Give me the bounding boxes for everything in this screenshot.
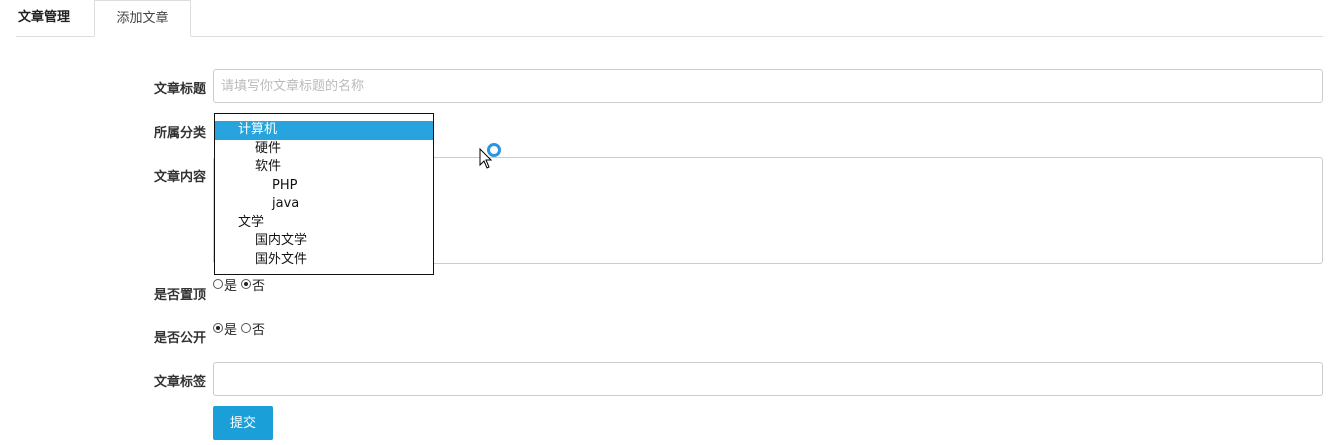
public-radio-group: 是 否 [213,320,269,338]
title-input[interactable] [213,69,1323,103]
add-article-page: 文章管理 添加文章 文章标题 所属分类 文章内容 计算机硬件软件PHPjava文… [0,0,1339,445]
content-label: 文章内容 [153,170,206,185]
submit-button[interactable]: 提交 [213,406,273,440]
category-option[interactable]: 硬件 [215,140,433,159]
sticky-yes-label: 是 [224,278,238,294]
category-dropdown-list[interactable]: 计算机 硬件 软件 PHP java 文学 国内文学 国外文件 [214,113,434,275]
sticky-yes-radio[interactable] [213,279,223,289]
public-yes-label: 是 [224,322,238,338]
category-option[interactable]: 国外文件 [215,251,433,270]
tags-input[interactable] [213,362,1323,396]
title-label: 文章标题 [153,82,206,97]
category-option[interactable]: 计算机 [215,121,433,140]
category-option[interactable]: java [215,195,433,214]
category-option[interactable]: 文学 [215,214,433,233]
public-no-radio[interactable] [241,323,252,333]
sticky-radio-group: 是 否 [213,276,269,294]
category-option[interactable]: 软件 [215,158,433,177]
sticky-no-radio[interactable] [241,279,252,289]
public-label: 是否公开 [153,331,206,346]
loading-ring-icon [487,143,501,157]
category-option[interactable]: 国内文学 [215,232,433,251]
tab-add-article[interactable]: 添加文章 [94,0,191,37]
tab-article-manage[interactable]: 文章管理 [16,0,94,36]
category-label: 所属分类 [153,126,206,141]
public-yes-radio[interactable] [213,323,223,333]
tab-bar: 文章管理 添加文章 [16,0,1323,37]
category-option[interactable]: PHP [215,177,433,196]
public-no-label: 否 [252,322,266,338]
tags-label: 文章标签 [153,375,206,390]
sticky-label: 是否置顶 [153,288,206,303]
sticky-no-label: 否 [252,278,266,294]
